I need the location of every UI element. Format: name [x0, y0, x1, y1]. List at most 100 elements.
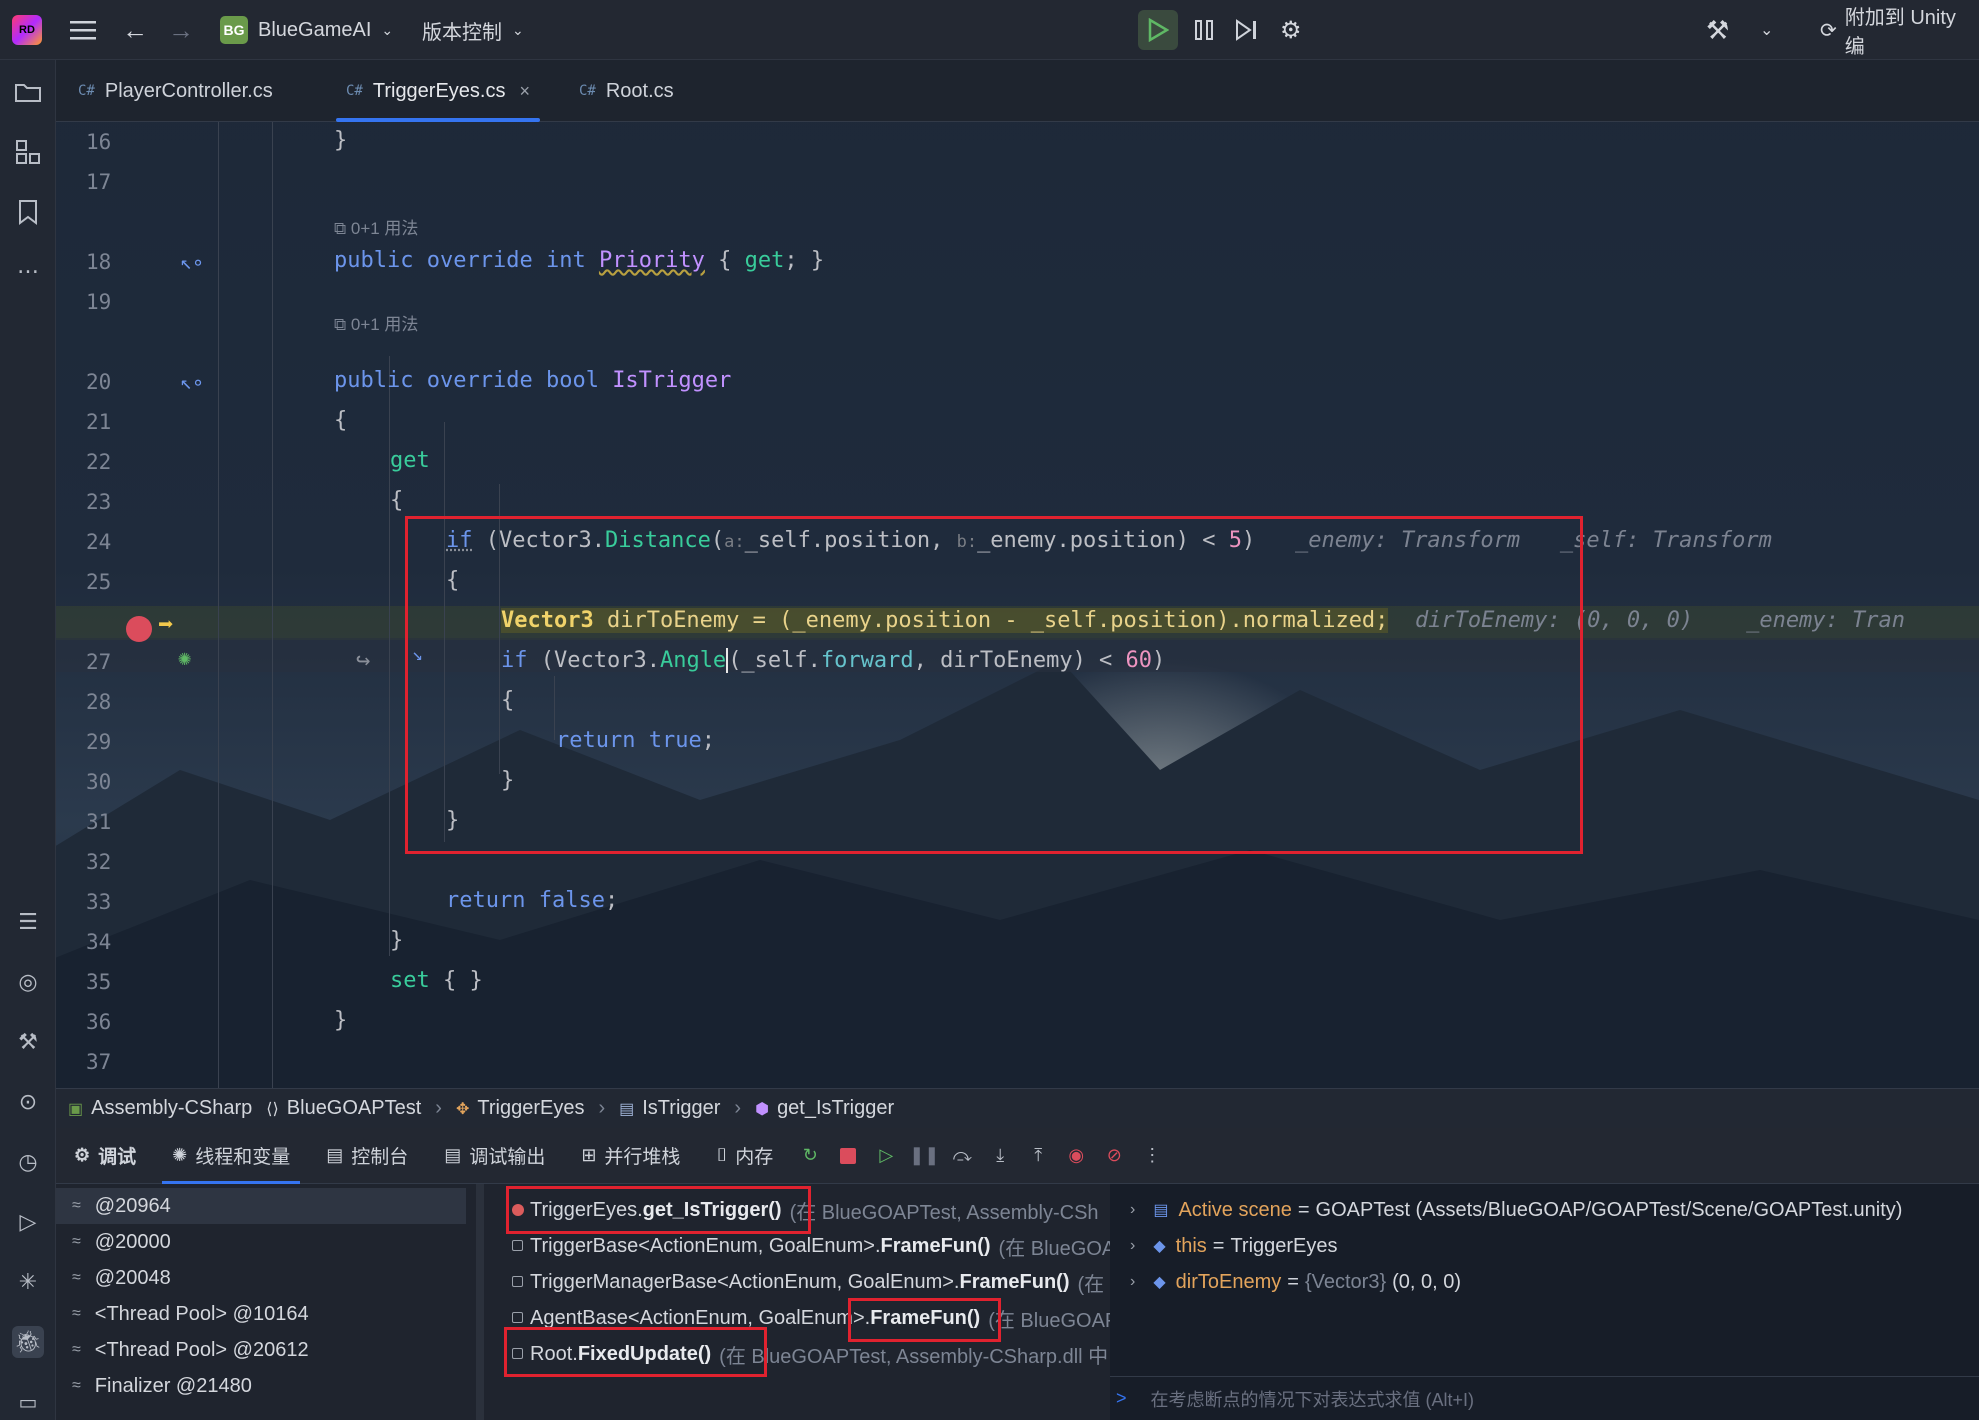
- scene-icon: ▤: [1153, 1202, 1169, 1219]
- tab-playercontroller[interactable]: C# PlayerController.cs: [78, 60, 273, 122]
- more-icon[interactable]: …: [12, 250, 44, 282]
- list-icon[interactable]: ☰: [12, 906, 44, 938]
- step-out-icon[interactable]: ⤒: [1023, 1141, 1053, 1171]
- class-icon: ✥: [455, 1100, 470, 1118]
- vcs-menu[interactable]: 版本控制 ⌄: [422, 0, 524, 60]
- run-icon[interactable]: ▷: [12, 1206, 44, 1238]
- services-icon[interactable]: ◎: [12, 966, 44, 998]
- usage-hint[interactable]: ⧉ 0+1 用法: [334, 214, 418, 239]
- forward-arrow-icon[interactable]: →: [168, 0, 194, 60]
- vcs-label: 版本控制: [422, 21, 502, 44]
- tab-parallel-stacks[interactable]: ⊞ 并行堆栈: [581, 1128, 680, 1184]
- project-badge: BG: [220, 16, 248, 44]
- console-icon: ▤: [326, 1145, 344, 1165]
- variable-row[interactable]: › ◆ dirToEnemy = {Vector3} (0, 0, 0): [1130, 1264, 1461, 1300]
- step-over-icon[interactable]: ⤼: [947, 1141, 977, 1171]
- annotation-highlight-box: [848, 1298, 1001, 1342]
- debug-toolbar: ⚙ 调试 ✺ 线程和变量 ▤ 控制台 ▤ 调试输出 ⊞ 并行堆栈 ⌷ 内存 ↻ ▷ ❚❚ ⤼…: [56, 1128, 1979, 1184]
- unity-explorer-icon[interactable]: ⊙: [12, 1086, 44, 1118]
- debug-bug-icon[interactable]: ✺: [178, 646, 191, 671]
- usage-hint[interactable]: ⧉ 0+1 用法: [334, 310, 418, 335]
- annotation-highlight-box: [504, 1327, 767, 1377]
- line-number: 32: [86, 850, 112, 874]
- line-number: 23: [86, 490, 112, 514]
- thread-icon: ≈: [72, 1233, 81, 1250]
- breadcrumb-property[interactable]: ▤ IsTrigger: [619, 1097, 720, 1120]
- line-number: 16: [86, 130, 112, 154]
- indent-guide: [389, 356, 390, 956]
- breakpoint-icon[interactable]: [126, 616, 152, 642]
- line-number: 17: [86, 170, 112, 194]
- view-breakpoints-icon[interactable]: ◉: [1061, 1141, 1091, 1171]
- code-line-22: get: [390, 448, 430, 473]
- rider-logo-icon[interactable]: RD: [12, 15, 42, 45]
- breadcrumb-namespace[interactable]: ⟨⟩ BlueGOAPTest: [266, 1097, 421, 1120]
- line-number: 18: [86, 250, 112, 274]
- prompt-chevron-icon: >: [1116, 1388, 1127, 1408]
- variable-row[interactable]: › ▤ Active scene = GOAPTest (Assets/BlueGO…: [1130, 1192, 1902, 1228]
- folder-icon[interactable]: [12, 76, 44, 108]
- tab-debug-output[interactable]: ▤ 调试输出: [444, 1128, 545, 1184]
- tab-debug[interactable]: ⚙ 调试: [74, 1128, 136, 1184]
- frame-icon: [512, 1240, 523, 1251]
- step-into-icon[interactable]: ⤓: [985, 1141, 1015, 1171]
- thread-icon: ≈: [72, 1377, 81, 1394]
- unity-icon[interactable]: ✳: [12, 1266, 44, 1298]
- profiler-icon[interactable]: ◷: [12, 1146, 44, 1178]
- chevron-right-icon[interactable]: ›: [1130, 1237, 1135, 1255]
- bookmark-icon[interactable]: [12, 196, 44, 228]
- code-line-34: }: [390, 928, 404, 953]
- close-icon[interactable]: ×: [520, 81, 531, 102]
- debug-bug-icon[interactable]: 🐞︎: [12, 1326, 44, 1358]
- unity-debug-icon[interactable]: ⚙: [1280, 0, 1302, 60]
- build-hammer-icon[interactable]: ⚒: [1706, 0, 1729, 60]
- restart-icon[interactable]: ↻: [795, 1141, 825, 1171]
- step-button[interactable]: [1234, 0, 1260, 60]
- thread-item[interactable]: ≈ Finalizer @21480: [72, 1368, 252, 1404]
- tab-threads-variables[interactable]: ✺ 线程和变量: [162, 1128, 301, 1184]
- property-icon: ▤: [619, 1100, 635, 1118]
- project-selector[interactable]: BG BlueGameAI ⌄: [220, 0, 393, 60]
- terminal-icon[interactable]: ▭: [12, 1386, 44, 1418]
- mute-breakpoints-icon[interactable]: ⊘: [1099, 1141, 1129, 1171]
- chevron-right-icon[interactable]: ›: [1130, 1273, 1135, 1291]
- breadcrumb-assembly[interactable]: ▣ Assembly-CSharp: [68, 1097, 252, 1120]
- tab-triggereyes[interactable]: C# TriggerEyes.cs ×: [335, 60, 541, 122]
- line-number: 29: [86, 730, 112, 754]
- resume-icon[interactable]: ▷: [871, 1141, 901, 1171]
- run-to-cursor-icon[interactable]: ↪: [356, 646, 370, 674]
- breadcrumb-class[interactable]: ✥ TriggerEyes: [456, 1097, 584, 1120]
- pause-button[interactable]: [1192, 0, 1216, 60]
- attach-unity-button[interactable]: ⟳ 附加到 Unity 编: [1820, 0, 1979, 60]
- stack-frame[interactable]: TriggerManagerBase<ActionEnum, GoalEnum>…: [530, 1264, 1104, 1300]
- thread-item[interactable]: ≈ @20964: [72, 1188, 171, 1224]
- thread-item[interactable]: ≈ @20000: [72, 1224, 171, 1260]
- structure-icon[interactable]: [12, 136, 44, 168]
- chevron-down-icon[interactable]: ⌄: [1760, 0, 1773, 60]
- pause-icon[interactable]: ❚❚: [909, 1141, 939, 1171]
- tab-memory[interactable]: ⌷ 内存: [716, 1128, 773, 1184]
- resume-button[interactable]: [1138, 10, 1178, 50]
- more-options-icon[interactable]: ⋮: [1137, 1141, 1167, 1171]
- build-icon[interactable]: ⚒: [12, 1026, 44, 1058]
- thread-item[interactable]: ≈ <Thread Pool> @20612: [72, 1332, 309, 1368]
- unity-icon: ⟳: [1820, 19, 1837, 42]
- back-arrow-icon[interactable]: ←: [122, 0, 148, 60]
- override-marker-icon[interactable]: ↖∘: [180, 370, 204, 394]
- breadcrumb-accessor[interactable]: ⬢ get_IsTrigger: [755, 1097, 894, 1120]
- evaluate-expression-input[interactable]: > 在考虑断点的情况下对表达式求值 (Alt+I): [1110, 1376, 1979, 1420]
- tab-label: Root.cs: [605, 79, 674, 102]
- tab-root[interactable]: C# Root.cs: [579, 60, 674, 122]
- left-tool-strip: … ☰ ◎ ⚒ ⊙ ◷ ▷ ✳ 🐞︎ ▭: [0, 60, 56, 1420]
- main-menu-icon[interactable]: [70, 0, 96, 60]
- variable-row[interactable]: › ◆ this = TriggerEyes: [1130, 1228, 1338, 1264]
- code-editor[interactable]: 16 17 18 19 20 21 22 23 24 25 27 28 29 3…: [56, 122, 1979, 1088]
- panel-splitter[interactable]: [476, 1184, 484, 1420]
- thread-item[interactable]: ≈ <Thread Pool> @10164: [72, 1296, 309, 1332]
- line-number: 28: [86, 690, 112, 714]
- tab-console[interactable]: ▤ 控制台: [326, 1128, 408, 1184]
- override-marker-icon[interactable]: ↖∘: [180, 250, 204, 274]
- thread-item[interactable]: ≈ @20048: [72, 1260, 171, 1296]
- stop-icon[interactable]: [833, 1141, 863, 1171]
- chevron-right-icon[interactable]: ›: [1130, 1201, 1135, 1219]
